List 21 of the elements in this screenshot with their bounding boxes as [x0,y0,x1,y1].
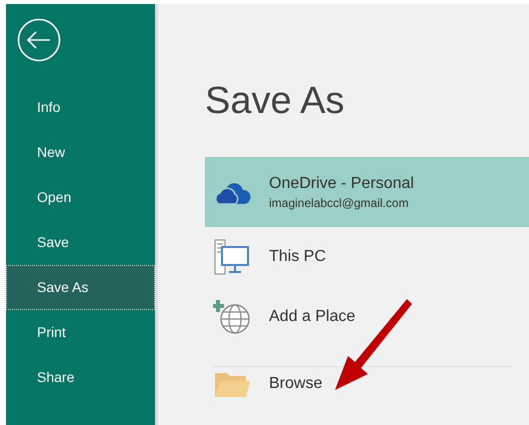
location-item[interactable]: This PC [205,227,529,287]
location-item[interactable]: OneDrive - Personal imaginelabccl@gmail.com [205,157,529,227]
account-email: imaginelabccl@gmail.com [269,196,410,210]
menu-item[interactable]: Print [6,310,155,355]
location-name: Browse [269,375,322,393]
location-name: OneDrive - Personal [269,174,414,192]
menu-item[interactable]: Save [6,220,155,265]
back-button[interactable] [17,18,61,62]
globe-add-icon [213,299,251,335]
menu-item[interactable]: Save As [6,265,155,310]
menu-item[interactable]: Info [6,85,155,130]
menu-item[interactable]: Open [6,175,155,220]
page-title: Save As [205,80,346,124]
computer-icon [214,239,250,275]
location-name: This PC [269,248,326,266]
folder-icon [214,370,250,398]
location-name: Add a Place [269,308,356,326]
location-item[interactable]: Add a Place [205,287,529,347]
menu-item[interactable]: New [6,130,155,175]
location-item[interactable]: Browse [205,367,529,401]
menu-item[interactable]: Share [6,355,155,400]
